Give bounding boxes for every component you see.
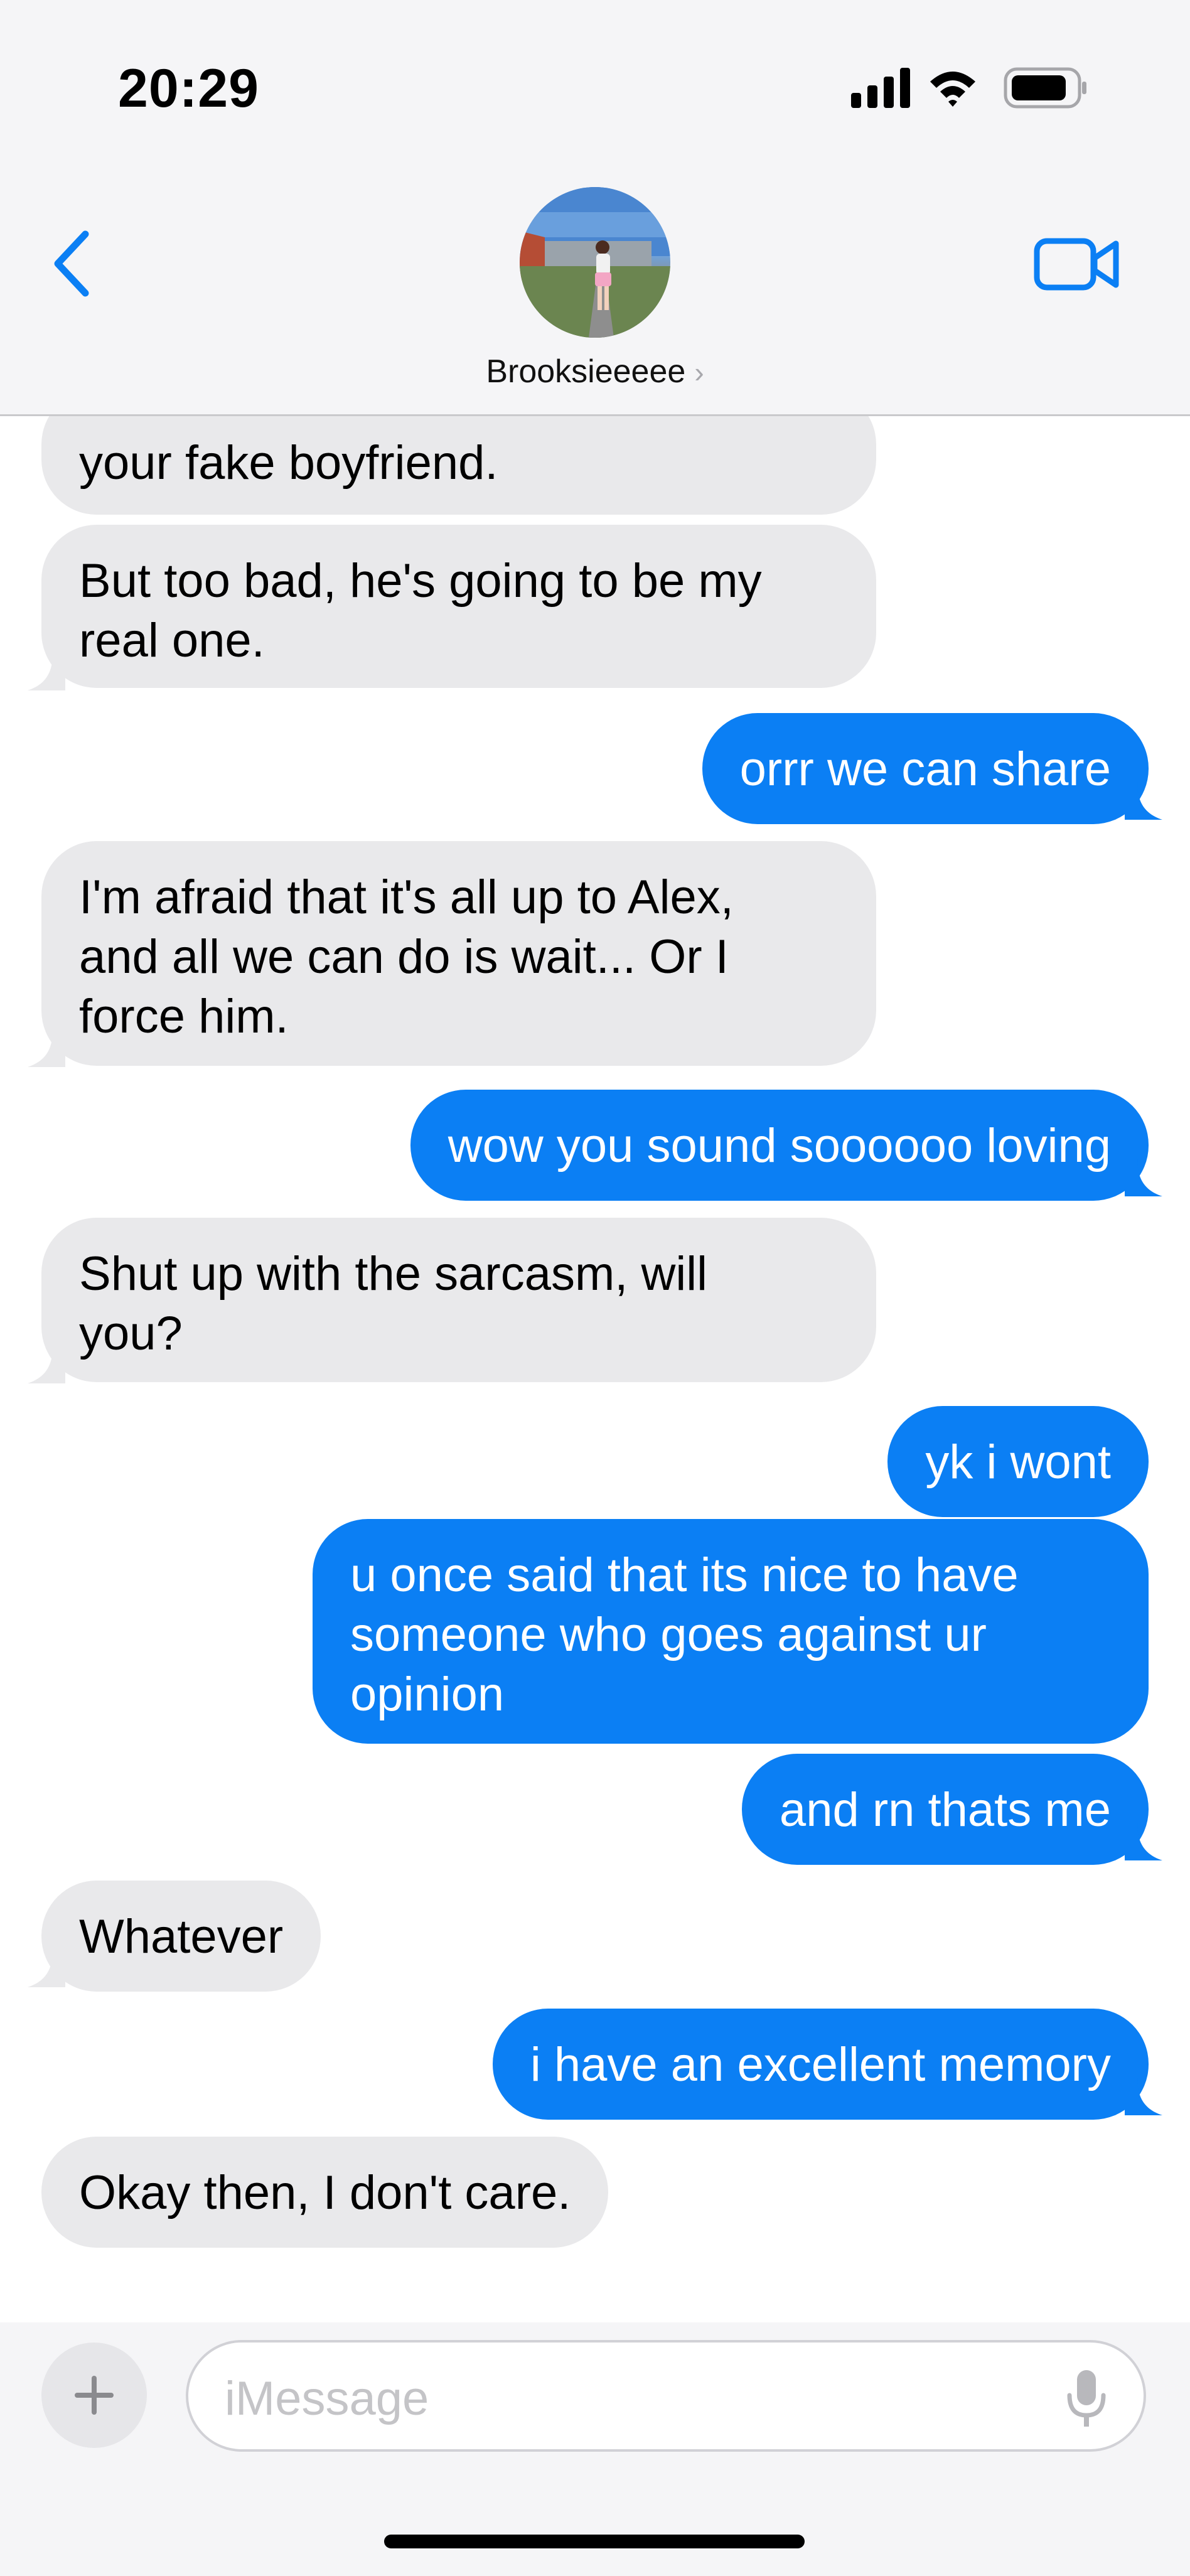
bubble-tail (1125, 782, 1162, 820)
bubble-tail (1125, 2078, 1162, 2115)
cellular-signal-icon (851, 68, 910, 108)
message-bubble-outgoing[interactable]: wow you sound soooooo loving (410, 1090, 1149, 1201)
status-time: 20:29 (118, 58, 259, 119)
battery-icon (1004, 67, 1086, 109)
contact-name: Brooksieeeee (486, 353, 686, 390)
message-bubble-outgoing[interactable]: orrr we can share (702, 713, 1149, 824)
message-bubble-outgoing[interactable]: u once said that its nice to have someon… (313, 1519, 1149, 1744)
wifi-icon (930, 72, 975, 107)
message-bubble-incoming[interactable]: But too bad, he's going to be my real on… (41, 525, 876, 688)
message-bubble-outgoing[interactable]: i have an excellent memory (492, 2009, 1149, 2120)
microphone-icon[interactable] (1064, 2368, 1108, 2430)
chevron-right-icon: › (694, 356, 704, 389)
bubble-tail (28, 653, 65, 690)
contact-avatar[interactable] (520, 187, 670, 338)
message-bubble-outgoing[interactable]: and rn thats me (741, 1754, 1149, 1865)
back-button[interactable] (38, 226, 107, 301)
contact-name-button[interactable]: Brooksieeeee › (0, 353, 1190, 390)
status-icons (851, 67, 1086, 109)
message-input[interactable] (223, 2368, 1042, 2429)
message-bubble-outgoing[interactable]: yk i wont (887, 1406, 1149, 1517)
message-bubble-incoming[interactable]: I'm afraid that it's all up to Alex, and… (41, 841, 876, 1066)
plus-icon (75, 2376, 114, 2415)
conversation-header: 20:29 Brooksieeeee › (0, 0, 1190, 416)
bubble-tail (28, 1950, 65, 1987)
home-indicator[interactable] (384, 2535, 805, 2548)
bubble-tail (1125, 1159, 1162, 1196)
avatar-photo (520, 187, 670, 338)
message-bubble-incoming[interactable]: Shut up with the sarcasm, will you? (41, 1218, 876, 1382)
bubble-tail (28, 1029, 65, 1067)
add-attachment-button[interactable] (41, 2343, 147, 2448)
message-bubble-incoming[interactable]: Okay then, I don't care. (41, 2137, 609, 2248)
chevron-left-icon (54, 230, 89, 297)
message-input-field[interactable] (186, 2340, 1146, 2452)
message-bubble-incoming[interactable]: Whatever (41, 1881, 321, 1992)
bubble-tail (1125, 1823, 1162, 1860)
bubble-tail (28, 1346, 65, 1383)
video-camera-icon[interactable] (1033, 230, 1121, 299)
